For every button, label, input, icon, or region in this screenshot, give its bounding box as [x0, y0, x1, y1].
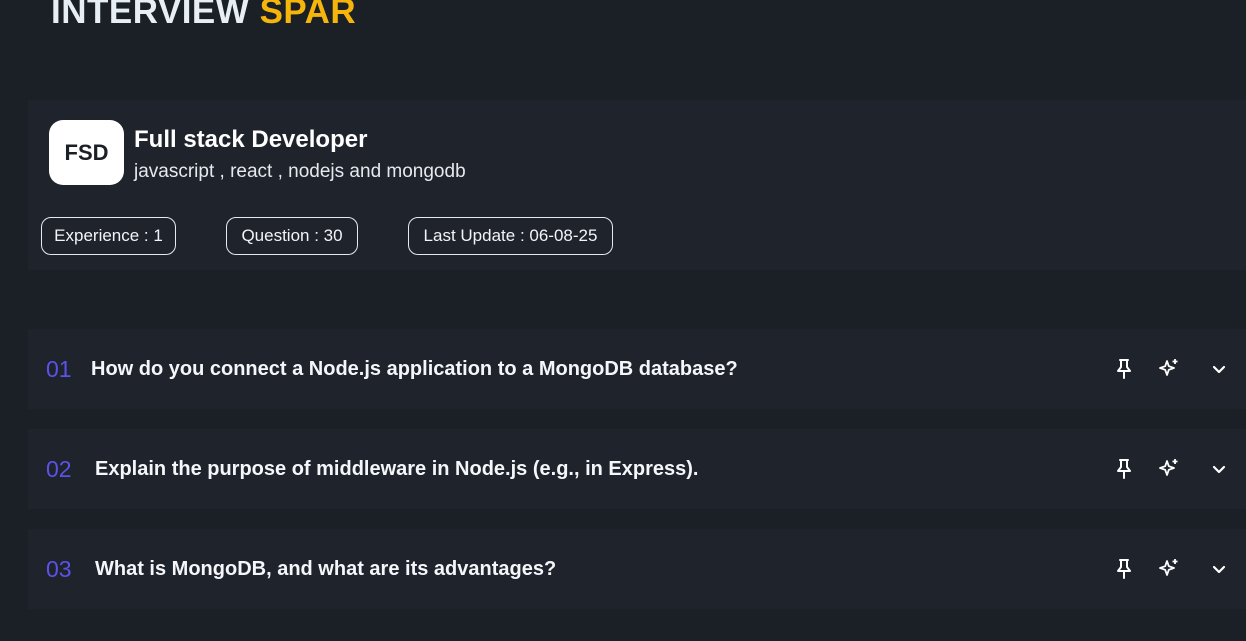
question-count-pill: Question : 30: [226, 217, 358, 255]
logo-word-spar: SPAR: [259, 0, 357, 31]
question-text[interactable]: What is MongoDB, and what are its advant…: [95, 558, 556, 581]
question-text[interactable]: Explain the purpose of middleware in Nod…: [95, 458, 698, 481]
logo-word-interview: INTERVIEW: [51, 0, 250, 31]
role-skills: javascript , react , nodejs and mongodb: [134, 161, 466, 182]
question-number: 03: [46, 555, 72, 582]
experience-pill: Experience : 1: [41, 217, 176, 255]
pin-icon[interactable]: [1110, 455, 1138, 483]
question-number: 02: [46, 455, 72, 482]
role-badge: FSD: [49, 120, 124, 185]
last-update-pill: Last Update : 06-08-25: [408, 217, 613, 255]
question-row[interactable]: 02 Explain the purpose of middleware in …: [28, 429, 1246, 509]
chevron-down-icon[interactable]: [1205, 555, 1233, 583]
chevron-down-icon[interactable]: [1205, 355, 1233, 383]
sparkles-icon[interactable]: [1155, 555, 1183, 583]
sparkles-icon[interactable]: [1155, 455, 1183, 483]
question-row[interactable]: 01 How do you connect a Node.js applicat…: [28, 329, 1246, 409]
app-logo: INTERVIEW SPAR: [51, 0, 356, 32]
question-row[interactable]: 03 What is MongoDB, and what are its adv…: [28, 529, 1246, 609]
sparkles-icon[interactable]: [1155, 355, 1183, 383]
chevron-down-icon[interactable]: [1205, 455, 1233, 483]
question-number: 01: [46, 355, 72, 382]
role-title: Full stack Developer: [134, 126, 368, 153]
pin-icon[interactable]: [1110, 555, 1138, 583]
question-text[interactable]: How do you connect a Node.js application…: [91, 358, 738, 381]
pin-icon[interactable]: [1110, 355, 1138, 383]
